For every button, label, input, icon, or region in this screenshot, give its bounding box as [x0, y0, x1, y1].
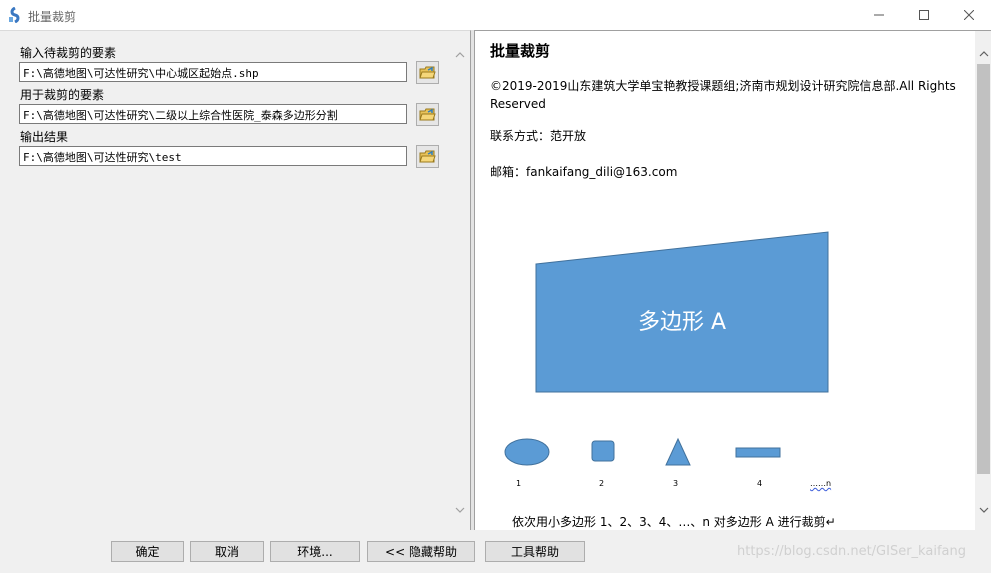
maximize-icon [919, 10, 929, 20]
close-button[interactable] [946, 0, 991, 30]
input-features-label: 输入待裁剪的要素 [20, 46, 117, 60]
input-features-field[interactable]: F:\高德地图\可达性研究\中心城区起始点.shp [19, 62, 407, 82]
hide-help-button[interactable]: << 隐藏帮助 [367, 541, 475, 562]
tool-help-button[interactable]: 工具帮助 [485, 541, 585, 562]
parameters-scrollbar[interactable] [451, 41, 468, 527]
output-browse-button[interactable] [416, 145, 439, 168]
minimize-button[interactable] [856, 0, 902, 30]
ok-button[interactable]: 确定 [111, 541, 184, 562]
help-caption: 依次用小多边形 1、2、3、4、…、n 对多边形 A 进行裁剪↵ [512, 515, 836, 529]
maximize-button[interactable] [901, 0, 947, 30]
cancel-button[interactable]: 取消 [190, 541, 264, 562]
clip-features-browse-button[interactable] [416, 103, 439, 126]
help-title: 批量裁剪 [490, 42, 551, 60]
scroll-up-icon[interactable] [975, 45, 991, 62]
open-folder-icon [419, 150, 436, 162]
help-scroll-thumb[interactable] [977, 64, 990, 474]
shape-label-2: 2 [599, 479, 605, 488]
shape-label-3: 3 [673, 479, 679, 488]
minimize-icon [874, 14, 884, 16]
shape-label-n: ……n [810, 479, 832, 488]
small-polygon-1 [504, 438, 550, 466]
output-field[interactable]: F:\高德地图\可达性研究\test [19, 146, 407, 166]
shape-label-1: 1 [516, 479, 522, 488]
open-folder-icon [419, 108, 436, 120]
parameters-pane: 输入待裁剪的要素 F:\高德地图\可达性研究\中心城区起始点.shp 用于裁剪的… [0, 30, 471, 530]
help-email: 邮箱：fankaifang_dili@163.com [490, 165, 678, 179]
help-contact: 联系方式：范开放 [490, 129, 587, 143]
arctoolbox-icon [9, 7, 20, 23]
input-features-browse-button[interactable] [416, 61, 439, 84]
close-icon [964, 10, 974, 20]
help-copyright: ©2019-2019山东建筑大学单宝艳教授课题组;济南市规划设计研究院信息部.A… [490, 79, 956, 111]
small-polygon-4 [735, 447, 781, 458]
window-title: 批量裁剪 [28, 10, 77, 24]
polygon-a-label: 多边形 A [638, 310, 726, 335]
small-polygon-3 [665, 437, 691, 466]
scroll-down-icon[interactable] [975, 501, 991, 518]
clip-features-label: 用于裁剪的要素 [20, 88, 105, 102]
help-pane: 批量裁剪 ©2019-2019山东建筑大学单宝艳教授课题组;济南市规划设计研究院… [474, 30, 991, 531]
button-bar: 确定 取消 环境... << 隐藏帮助 工具帮助 https://blog.cs… [0, 530, 991, 573]
open-folder-icon [419, 66, 436, 78]
environments-button[interactable]: 环境... [270, 541, 360, 562]
shape-label-4: 4 [757, 479, 763, 488]
clip-features-field[interactable]: F:\高德地图\可达性研究\二级以上综合性医院_泰森多边形分割 [19, 104, 407, 124]
watermark: https://blog.csdn.net/GISer_kaifang [737, 544, 966, 559]
clip-illustration: 多边形 A [504, 231, 829, 466]
scroll-down-icon[interactable] [451, 501, 468, 518]
small-polygon-2 [591, 440, 615, 462]
scroll-up-icon[interactable] [451, 46, 468, 63]
help-scrollbar[interactable] [975, 31, 991, 531]
title-bar: 批量裁剪 [0, 0, 991, 30]
output-label: 输出结果 [20, 130, 69, 144]
